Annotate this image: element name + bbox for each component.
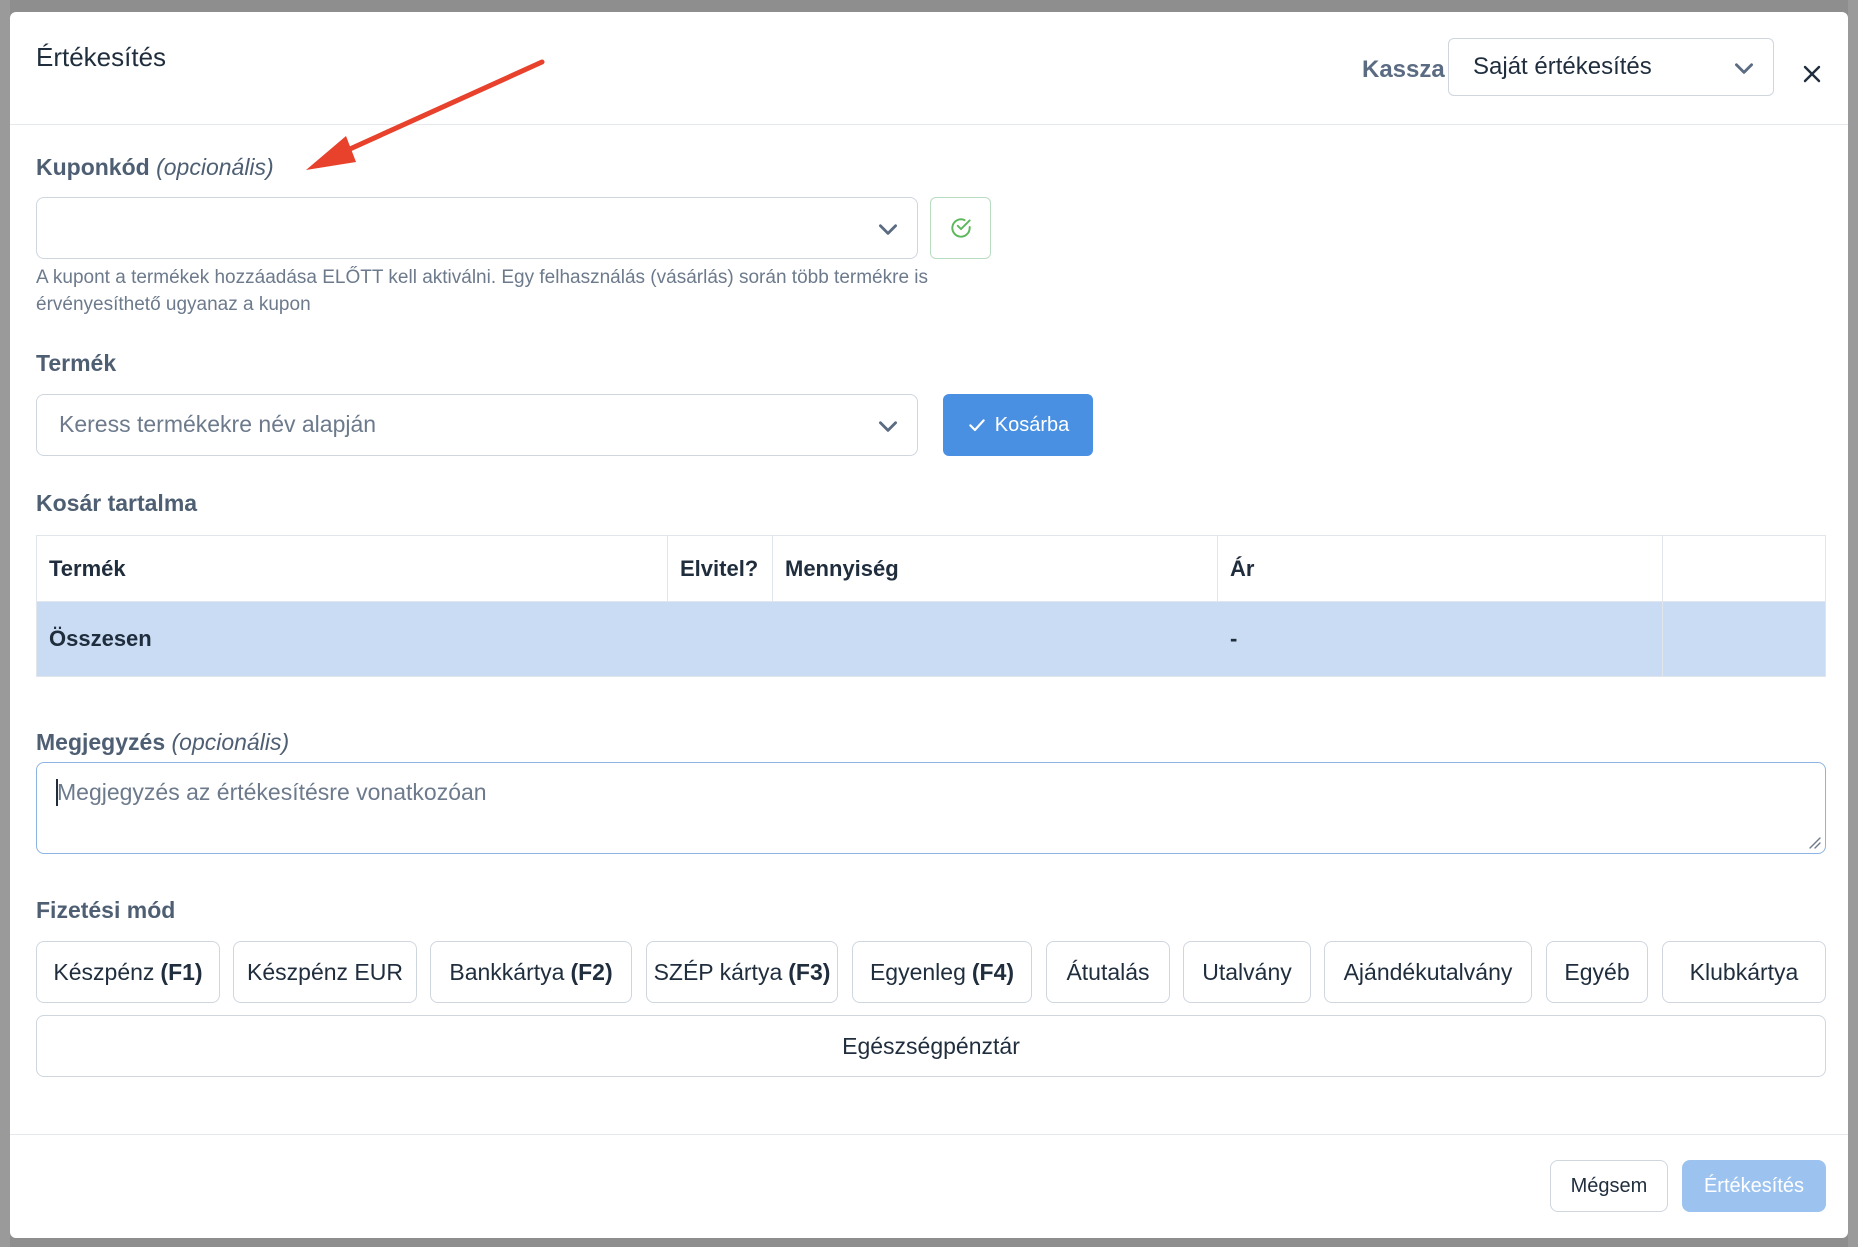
annotation-arrow (306, 59, 545, 170)
cart-total-value: - (1217, 601, 1663, 677)
note-optional-text: (opcionális) (171, 729, 290, 755)
payment-cash-label: Készpénz (53, 958, 155, 985)
note-textarea[interactable]: Megjegyzés az értékesítésre vonatkozóan (36, 762, 1826, 854)
payment-club-card-label: Klubkártya (1689, 958, 1799, 985)
payment-club-card-button[interactable]: Klubkártya (1662, 941, 1826, 1003)
cart-col-quantity: Mennyiség (772, 535, 1218, 602)
payment-szep-card-button[interactable]: SZÉP kártya (F3) (646, 941, 838, 1003)
cart-col-takeaway: Elvitel? (667, 535, 773, 602)
coupon-optional-text: (opcionális) (156, 154, 274, 180)
payment-label: Fizetési mód (36, 897, 176, 923)
payment-balance-label: Egyenleg (869, 958, 966, 985)
payment-health-fund-button[interactable]: Egészségpénztár (36, 1015, 1826, 1077)
cancel-button[interactable]: Mégsem (1550, 1160, 1668, 1212)
product-label: Termék (36, 350, 117, 376)
payment-bank-card-label: Bankkártya (449, 958, 565, 985)
payment-balance-button[interactable]: Egyenleg (F4) (852, 941, 1032, 1003)
note-placeholder: Megjegyzés az értékesítésre vonatkozóan (57, 779, 487, 805)
add-to-cart-button[interactable]: Kosárba (943, 394, 1093, 456)
note-label: Megjegyzés (opcionális) (36, 729, 289, 756)
coupon-hint: A kupont a termékek hozzáadása ELŐTT kel… (36, 267, 929, 315)
cart-label: Kosár tartalma (36, 490, 198, 516)
check-icon (969, 419, 985, 432)
payment-balance-key: (F4) (971, 958, 1015, 985)
payment-gift-voucher-button[interactable]: Ajándékutalvány (1324, 941, 1532, 1003)
add-to-cart-label: Kosárba (994, 413, 1070, 436)
payment-cash-key: (F1) (160, 958, 203, 985)
cart-total-row: Összesen - (36, 601, 1826, 677)
kassza-select-value: Saját értékesítés (1473, 53, 1652, 80)
payment-transfer-label: Átutalás (1066, 958, 1150, 985)
coupon-label-text: Kuponkód (36, 154, 150, 180)
close-icon[interactable] (1800, 62, 1824, 86)
payment-health-fund-label: Egészségpénztár (842, 1032, 1020, 1059)
cart-total-empty (1662, 601, 1826, 677)
note-label-text: Megjegyzés (36, 729, 166, 755)
payment-other-label: Egyéb (1564, 958, 1630, 985)
cart-col-price: Ár (1217, 535, 1663, 602)
page-backdrop-right (1848, 0, 1858, 1247)
payment-szep-card-key: (F3) (788, 958, 831, 985)
check-circle-icon (950, 218, 971, 238)
payment-cash-button[interactable]: Készpénz (F1) (36, 941, 220, 1003)
cart-total-label: Összesen (36, 601, 1218, 677)
cart-table: Termék Elvitel? Mennyiség Ár Összesen - (36, 535, 1826, 677)
cart-col-product: Termék (36, 535, 668, 602)
payment-voucher-label: Utalvány (1202, 958, 1292, 985)
resize-grip-icon[interactable] (1807, 835, 1821, 849)
payment-bank-card-key: (F2) (570, 958, 613, 985)
payment-cash-eur-label: Készpénz EUR (247, 958, 403, 985)
submit-sale-button[interactable]: Értékesítés (1682, 1160, 1826, 1212)
modal-header: Értékesítés Kassza Saját értékesítés (10, 12, 1848, 125)
payment-other-button[interactable]: Egyéb (1546, 941, 1648, 1003)
chevron-down-icon (879, 421, 897, 432)
payment-voucher-button[interactable]: Utalvány (1183, 941, 1311, 1003)
payment-transfer-button[interactable]: Átutalás (1046, 941, 1170, 1003)
payment-szep-card-label: SZÉP kártya (653, 958, 783, 985)
page-backdrop-left (0, 0, 10, 1247)
payment-bank-card-button[interactable]: Bankkártya (F2) (430, 941, 632, 1003)
cart-header-row: Termék Elvitel? Mennyiség Ár (36, 535, 1826, 602)
product-search-placeholder: Keress termékekre név alapján (59, 411, 377, 437)
chevron-down-icon (1735, 63, 1753, 74)
sale-modal: Értékesítés Kassza Saját értékesítés Kup… (10, 12, 1848, 1238)
coupon-label: Kuponkód (opcionális) (36, 154, 274, 181)
chevron-down-icon (879, 224, 897, 235)
payment-gift-voucher-label: Ajándékutalvány (1343, 958, 1513, 985)
coupon-select[interactable] (36, 197, 918, 259)
modal-title: Értékesítés (36, 42, 167, 72)
product-search-select[interactable]: Keress termékekre név alapján (36, 394, 918, 456)
cart-col-actions (1662, 535, 1826, 602)
payment-cash-eur-button[interactable]: Készpénz EUR (233, 941, 417, 1003)
coupon-apply-button[interactable] (930, 197, 991, 259)
kassza-label: Kassza (1362, 56, 1445, 83)
kassza-select[interactable]: Saját értékesítés (1448, 38, 1774, 96)
